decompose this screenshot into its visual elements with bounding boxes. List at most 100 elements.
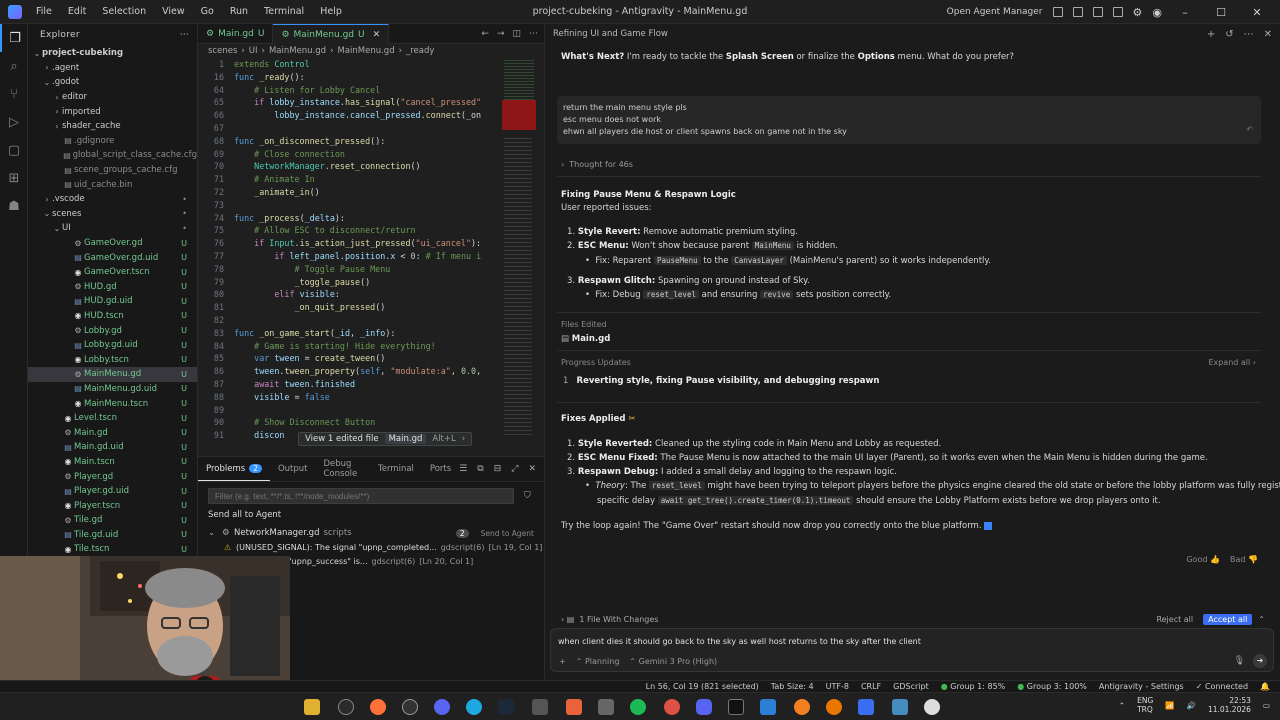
tree-folder[interactable]: › .agent (28, 61, 197, 76)
obs-icon[interactable] (402, 699, 418, 715)
menu-edit[interactable]: Edit (60, 6, 94, 17)
tree-file[interactable]: ▤ .gdignore (28, 134, 197, 149)
spotify-icon[interactable] (630, 699, 646, 715)
agent-input-text[interactable]: when client dies it should go back to th… (558, 637, 921, 646)
terminal-icon[interactable] (728, 699, 744, 715)
breadcrumb-item[interactable]: MainMenu.gd (337, 46, 394, 56)
app-icon[interactable] (566, 699, 582, 715)
tab-mainmenu-gd[interactable]: ⚙ MainMenu.gd U ✕ (273, 24, 390, 44)
tree-file[interactable]: ▤ uid_cache.bin (28, 177, 197, 192)
remote-explorer-icon[interactable]: ▢ (0, 136, 28, 164)
filter-icon[interactable]: ⛉ (524, 491, 531, 501)
reject-all-button[interactable]: Reject all (1156, 615, 1193, 624)
godot-icon[interactable] (892, 699, 908, 715)
history-icon[interactable]: ↺ (1225, 29, 1233, 40)
layout-sidebar-left-icon[interactable] (1052, 7, 1063, 17)
split-editor-icon[interactable]: ◫ (512, 29, 521, 39)
tree-folder[interactable]: › editor (28, 90, 197, 105)
close-window-button[interactable]: ✕ (1244, 6, 1270, 19)
tree-root[interactable]: ⌄ project-cubeking (28, 46, 197, 61)
tree-file[interactable]: ⚙ HUD.gd U (28, 280, 197, 295)
copy-icon[interactable]: ⧉ (477, 464, 483, 474)
go-back-icon[interactable]: ← (481, 29, 489, 39)
new-chat-icon[interactable]: + (1207, 29, 1215, 40)
breadcrumb-item[interactable]: scenes (208, 46, 237, 56)
tree-folder[interactable]: › .vscode • (28, 192, 197, 207)
filter-menu-icon[interactable]: ☰ (459, 464, 467, 474)
progress-item[interactable]: 1 Reverting style, fixing Pause visibili… (563, 376, 879, 386)
expand-all-button[interactable]: Expand all › (1208, 358, 1256, 367)
tab-problems[interactable]: Problems 2 (198, 457, 270, 481)
tree-file[interactable]: ⚙ Player.gd U (28, 469, 197, 484)
notification-icon[interactable]: ▭ (1263, 701, 1270, 710)
user-message[interactable]: return the main menu style pls esc menu … (557, 96, 1261, 144)
tree-file[interactable]: ▤ Player.gd.uid U (28, 484, 197, 499)
extensions-icon[interactable]: ⊞ (0, 164, 28, 192)
tree-file[interactable]: ⚙ MainMenu.gd U (28, 367, 197, 382)
thought-toggle[interactable]: › Thought for 46s (561, 160, 633, 169)
accept-all-button[interactable]: Accept all (1203, 613, 1253, 625)
customize-layout-icon[interactable] (1112, 7, 1123, 17)
menu-run[interactable]: Run (222, 6, 256, 17)
tree-folder[interactable]: ⌄ scenes • (28, 207, 197, 222)
bell-icon[interactable]: 🔔 (1260, 682, 1270, 691)
microphone-icon[interactable]: 🎙 (1234, 656, 1245, 666)
antigravity-icon[interactable] (858, 699, 874, 715)
connection-status[interactable]: ✓ Connected (1196, 682, 1248, 691)
good-button[interactable]: Good 👍 (1186, 555, 1220, 564)
clock-app-icon[interactable] (338, 699, 354, 715)
minimize-button[interactable]: – (1172, 6, 1198, 19)
app-icon[interactable] (532, 699, 548, 715)
group3-status[interactable]: ● Group 3: 100% (1017, 682, 1087, 691)
explorer-icon[interactable]: ❐ (0, 24, 28, 52)
godot-icon[interactable]: ☗ (0, 192, 28, 220)
tab-ports[interactable]: Ports (422, 457, 459, 481)
bad-button[interactable]: Bad 👎 (1230, 555, 1258, 564)
menu-file[interactable]: File (28, 6, 60, 17)
run-debug-icon[interactable]: ▷ (0, 108, 28, 136)
undo-icon[interactable]: ↶ (1246, 124, 1253, 136)
tray-chevron-icon[interactable]: ⌃ (1119, 701, 1125, 710)
breadcrumb-item[interactable]: MainMenu.gd (269, 46, 326, 56)
code-view[interactable]: 1 extends Control 16 func _ready (): 64 # L… (198, 58, 544, 442)
menu-go[interactable]: Go (193, 6, 222, 17)
more-actions-icon[interactable]: ⋯ (1244, 29, 1254, 40)
tree-file[interactable]: ◉ Lobby.tscn U (28, 352, 197, 367)
clock[interactable]: 22:53 11.01.2026 (1208, 696, 1251, 714)
tree-file[interactable]: ▤ Tile.gd.uid U (28, 528, 197, 543)
layout-sidebar-right-icon[interactable] (1092, 7, 1103, 17)
app-icon[interactable] (598, 699, 614, 715)
send-button[interactable]: ➜ (1253, 654, 1267, 668)
tree-file[interactable]: ▤ MainMenu.gd.uid U (28, 382, 197, 397)
tree-file[interactable]: ⚙ Tile.gd U (28, 513, 197, 528)
tab-terminal[interactable]: Terminal (370, 457, 422, 481)
tree-folder[interactable]: › shader_cache (28, 119, 197, 134)
chevron-right-icon[interactable]: › (561, 615, 564, 624)
tree-file[interactable]: ▤ Lobby.gd.uid U (28, 338, 197, 353)
tree-file[interactable]: ▤ global_script_class_cache.cfg (28, 148, 197, 163)
problem-file-row[interactable]: ⌄ ⚙ NetworkManager.gd scripts 2 Send to … (198, 526, 544, 540)
source-control-icon[interactable]: ⑂ (0, 80, 28, 108)
tree-file[interactable]: ⚙ Lobby.gd U (28, 323, 197, 338)
line-ending[interactable]: CRLF (861, 682, 881, 691)
menu-selection[interactable]: Selection (94, 6, 154, 17)
close-tab-icon[interactable]: ✕ (373, 30, 381, 40)
edited-file-link[interactable]: ▤ Main.gd (561, 334, 610, 344)
tree-file[interactable]: ◉ MainMenu.tscn U (28, 396, 197, 411)
app-icon[interactable] (466, 699, 482, 715)
maximize-panel-icon[interactable]: ⤢ (511, 464, 518, 474)
cursor-position[interactable]: Ln 56, Col 19 (821 selected) (646, 682, 759, 691)
tree-file[interactable]: ▤ GameOver.gd.uid U (28, 250, 197, 265)
tab-size[interactable]: Tab Size: 4 (771, 682, 814, 691)
close-agent-icon[interactable]: ✕ (1264, 29, 1272, 40)
tree-folder[interactable]: ⌄ UI • (28, 221, 197, 236)
tab-debug-console[interactable]: Debug Console (316, 457, 370, 481)
chevron-up-icon[interactable]: ⌃ (1258, 615, 1265, 624)
send-to-agent-button[interactable]: Send to Agent (481, 529, 534, 538)
tree-file[interactable]: ▤ HUD.gd.uid U (28, 294, 197, 309)
agent-input-box[interactable]: when client dies it should go back to th… (550, 628, 1274, 672)
tree-file[interactable]: ◉ Tile.tscn U (28, 542, 197, 557)
problem-item[interactable]: ⚠ (UNUSED_SIGNAL): The signal "upnp_comp… (198, 540, 544, 554)
open-agent-manager-button[interactable]: Open Agent Manager (947, 7, 1043, 17)
app-icon[interactable] (434, 699, 450, 715)
